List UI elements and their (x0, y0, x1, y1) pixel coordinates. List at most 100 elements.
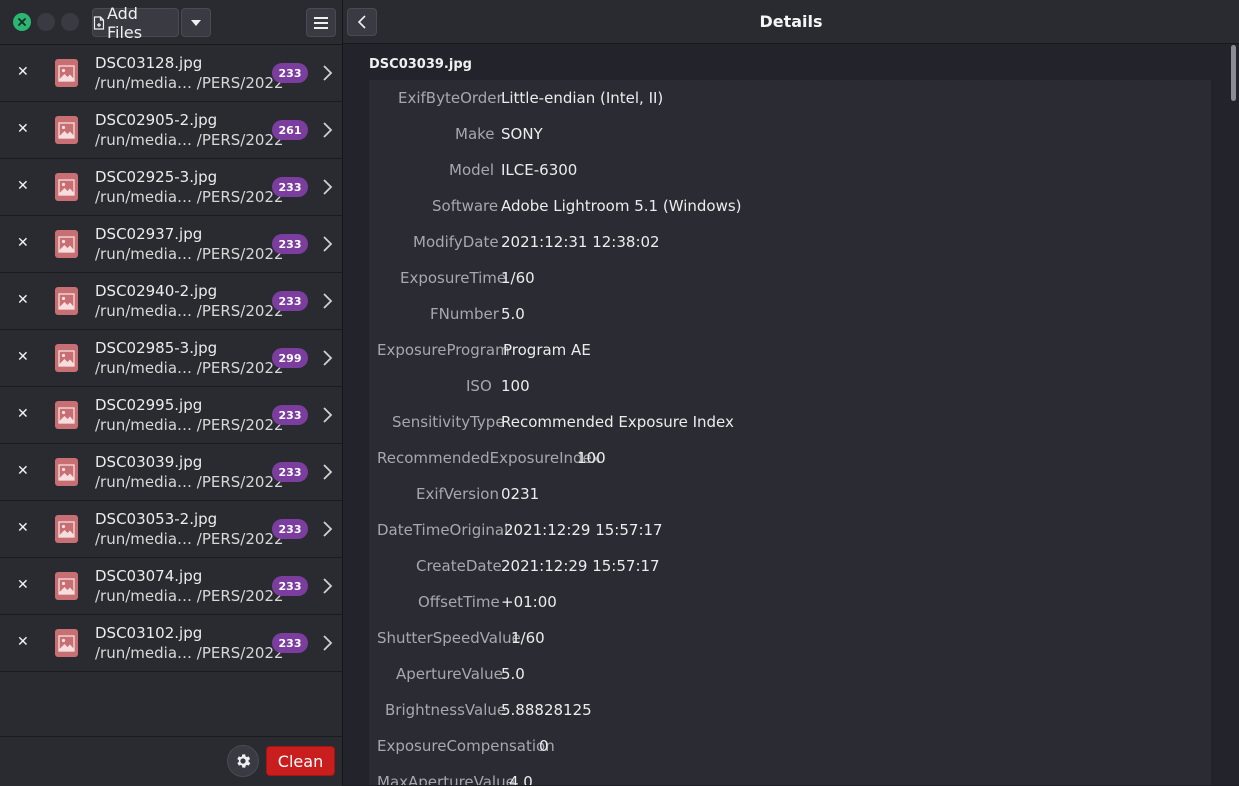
image-icon (55, 230, 78, 258)
chevron-right-icon[interactable] (321, 463, 333, 481)
file-row[interactable]: ✕ DSC03128.jpg /run/media… /PERS/2022 23… (0, 45, 342, 102)
remove-file-icon[interactable]: ✕ (17, 407, 29, 421)
clean-button[interactable]: Clean (266, 746, 335, 776)
metadata-key: BrightnessValue (385, 701, 507, 719)
metadata-row: Model ILCE-6300 (369, 152, 1211, 188)
metadata-row: OffsetTime +01:00 (369, 584, 1211, 620)
metadata-key: ApertureValue (396, 665, 503, 683)
metadata-key: FNumber (430, 305, 499, 323)
add-files-button[interactable]: Add Files (92, 4, 179, 42)
file-name: DSC03102.jpg (95, 624, 203, 642)
file-row[interactable]: ✕ DSC03074.jpg /run/media… /PERS/2022 23… (0, 558, 342, 615)
image-icon (55, 572, 78, 600)
metadata-value: 4.0 (509, 773, 533, 785)
left-footer-bar: Clean (0, 736, 342, 786)
metadata-value: 5.88828125 (501, 701, 592, 719)
metadata-value: 1/60 (511, 629, 545, 647)
file-name: DSC02925-3.jpg (95, 168, 218, 186)
metadata-key: ExposureTime (400, 269, 507, 287)
remove-file-icon[interactable]: ✕ (17, 122, 29, 136)
chevron-right-icon[interactable] (321, 292, 333, 310)
file-row[interactable]: ✕ DSC02937.jpg /run/media… /PERS/2022 23… (0, 216, 342, 273)
metadata-value: Recommended Exposure Index (501, 413, 734, 431)
metadata-count-badge: 233 (272, 633, 308, 653)
chevron-right-icon[interactable] (321, 577, 333, 595)
metadata-row: ISO 100 (369, 368, 1211, 404)
chevron-down-icon (191, 19, 201, 26)
gear-icon (237, 754, 251, 768)
chevron-left-icon (357, 15, 366, 29)
chevron-right-icon[interactable] (321, 178, 333, 196)
file-row[interactable]: ✕ DSC02985-3.jpg /run/media… /PERS/2022 … (0, 330, 342, 387)
remove-file-icon[interactable]: ✕ (17, 236, 29, 250)
metadata-count-badge: 233 (272, 519, 308, 539)
metadata-value: 5.0 (501, 665, 525, 683)
chevron-right-icon[interactable] (321, 406, 333, 424)
file-row[interactable]: ✕ DSC02925-3.jpg /run/media… /PERS/2022 … (0, 159, 342, 216)
remove-file-icon[interactable]: ✕ (17, 464, 29, 478)
metadata-key: RecommendedExposureIndex (377, 449, 601, 467)
metadata-row: ExposureTime 1/60 (369, 260, 1211, 296)
remove-file-icon[interactable]: ✕ (17, 350, 29, 364)
remove-file-icon[interactable]: ✕ (17, 521, 29, 535)
back-button[interactable] (347, 8, 377, 36)
metadata-value: SONY (501, 125, 543, 143)
chevron-right-icon[interactable] (321, 520, 333, 538)
main-menu-button[interactable] (306, 8, 336, 37)
window-close-button[interactable] (13, 13, 31, 31)
settings-button[interactable] (227, 745, 259, 777)
file-name: DSC03128.jpg (95, 54, 203, 72)
file-name: DSC02937.jpg (95, 225, 203, 243)
metadata-row: RecommendedExposureIndex 100 (369, 440, 1211, 476)
file-row[interactable]: ✕ DSC03039.jpg /run/media… /PERS/2022 23… (0, 444, 342, 501)
file-row[interactable]: ✕ DSC02905-2.jpg /run/media… /PERS/2022 … (0, 102, 342, 159)
chevron-right-icon[interactable] (321, 121, 333, 139)
remove-file-icon[interactable]: ✕ (17, 635, 29, 649)
add-files-label: Add Files (106, 3, 143, 42)
file-name: DSC03039.jpg (95, 453, 203, 471)
metadata-value: 1/60 (501, 269, 535, 287)
window-minimize-button[interactable] (37, 13, 55, 31)
file-row[interactable]: ✕ DSC03053-2.jpg /run/media… /PERS/2022 … (0, 501, 342, 558)
metadata-key: Software (432, 197, 499, 215)
metadata-value: 5.0 (501, 305, 525, 323)
metadata-row: SensitivityType Recommended Exposure Ind… (369, 404, 1211, 440)
image-icon (55, 629, 78, 657)
file-row[interactable]: ✕ DSC03102.jpg /run/media… /PERS/2022 23… (0, 615, 342, 672)
remove-file-icon[interactable]: ✕ (17, 179, 29, 193)
metadata-row: Software Adobe Lightroom 5.1 (Windows) (369, 188, 1211, 224)
close-icon (18, 18, 26, 26)
file-row[interactable]: ✕ DSC02995.jpg /run/media… /PERS/2022 23… (0, 387, 342, 444)
metadata-count-badge: 299 (272, 348, 308, 368)
metadata-value: Adobe Lightroom 5.1 (Windows) (501, 197, 742, 215)
metadata-key: SensitivityType (392, 413, 505, 431)
file-name: DSC03074.jpg (95, 567, 203, 585)
file-add-icon (93, 15, 105, 30)
chevron-right-icon[interactable] (321, 64, 333, 82)
file-path: /run/media… /PERS/2022 (95, 473, 284, 491)
metadata-key: ExifByteOrder (398, 89, 503, 107)
image-icon (55, 173, 78, 201)
add-files-dropdown-button[interactable] (181, 8, 211, 37)
details-title: Details (759, 12, 823, 31)
metadata-key: ISO (466, 377, 492, 395)
image-icon (55, 59, 78, 87)
file-row[interactable]: ✕ DSC02940-2.jpg /run/media… /PERS/2022 … (0, 273, 342, 330)
image-icon (55, 401, 78, 429)
chevron-right-icon[interactable] (321, 634, 333, 652)
metadata-key: CreateDate (416, 557, 502, 575)
metadata-row: ExifByteOrder Little-endian (Intel, II) (369, 80, 1211, 116)
metadata-key: DateTimeOriginal (377, 521, 509, 539)
image-icon (55, 344, 78, 372)
window-maximize-button[interactable] (61, 13, 79, 31)
metadata-row: Make SONY (369, 116, 1211, 152)
metadata-value: 0231 (501, 485, 540, 503)
remove-file-icon[interactable]: ✕ (17, 578, 29, 592)
remove-file-icon[interactable]: ✕ (17, 293, 29, 307)
file-path: /run/media… /PERS/2022 (95, 359, 284, 377)
chevron-right-icon[interactable] (321, 349, 333, 367)
details-scrollbar[interactable] (1231, 45, 1236, 101)
chevron-right-icon[interactable] (321, 235, 333, 253)
details-filename: DSC03039.jpg (369, 57, 472, 72)
remove-file-icon[interactable]: ✕ (17, 65, 29, 79)
